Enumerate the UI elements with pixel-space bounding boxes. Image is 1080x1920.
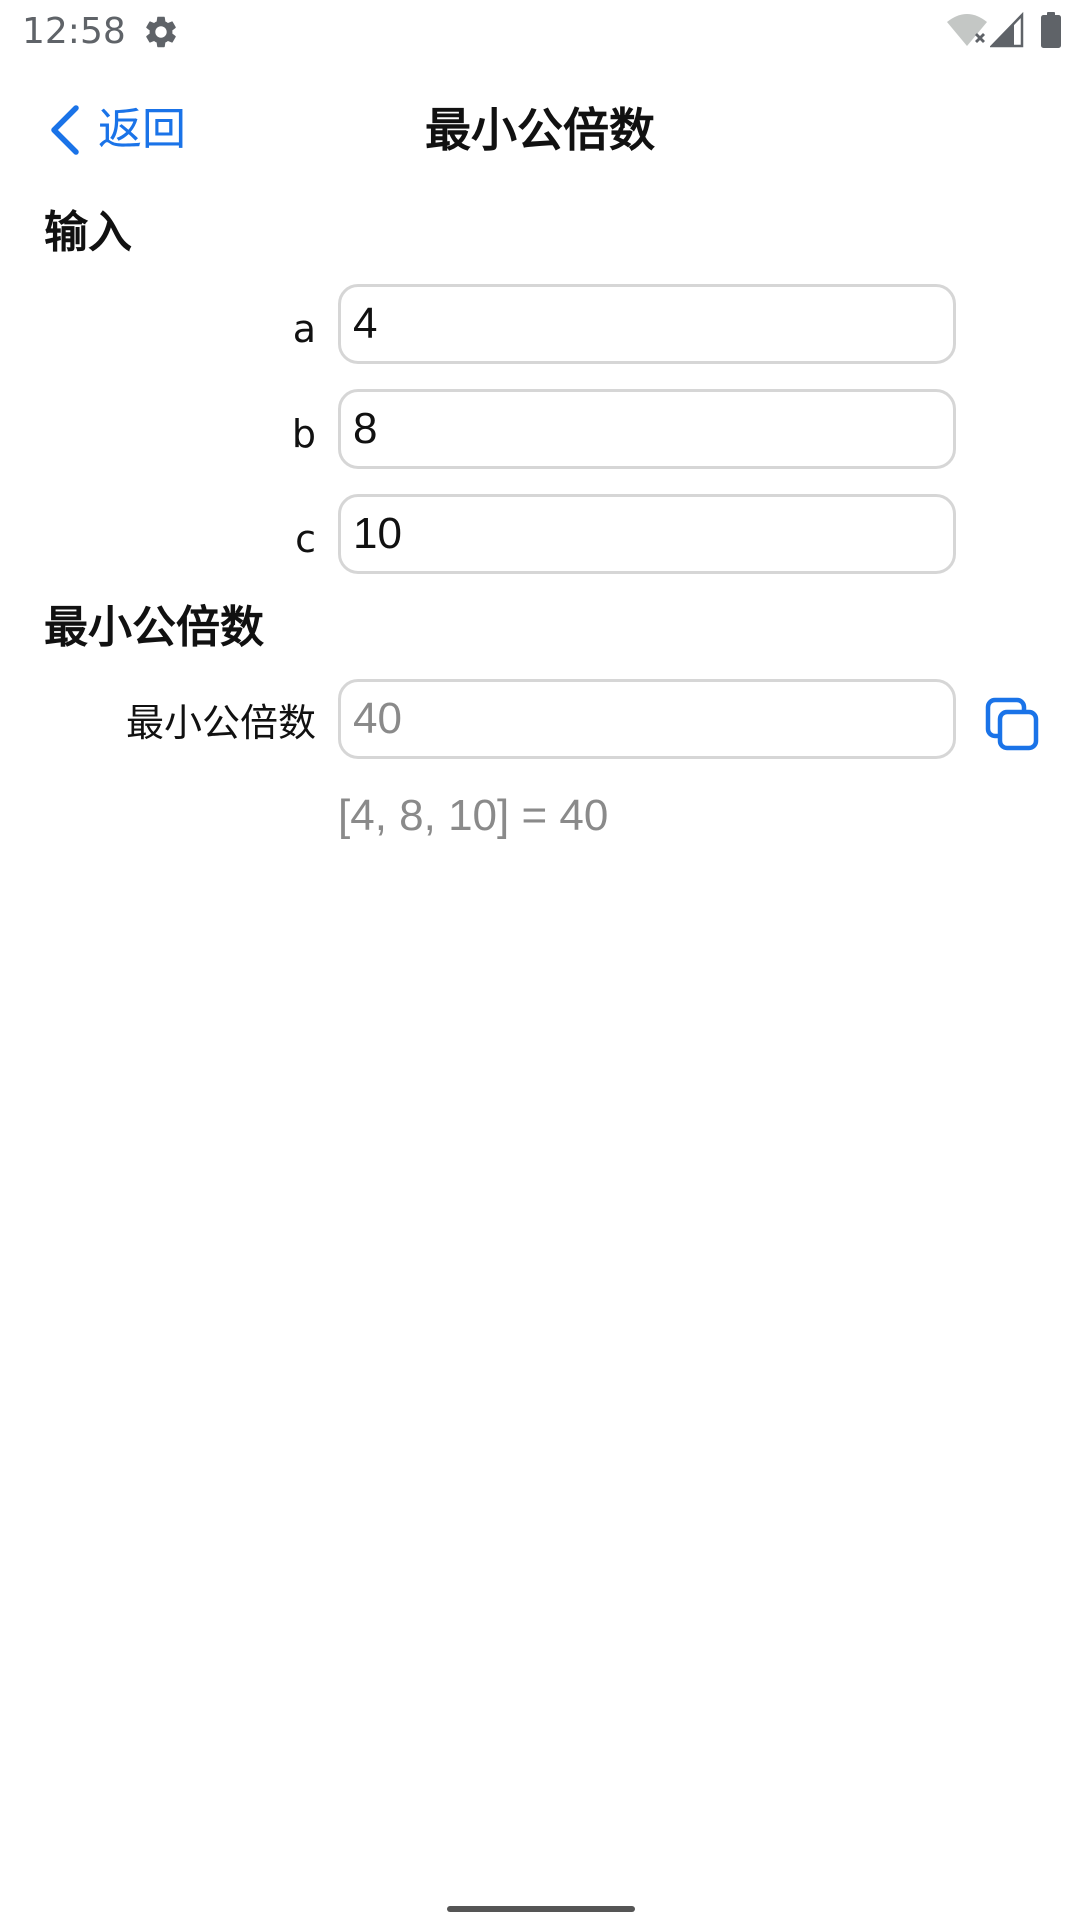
- back-button-label: 返回: [98, 104, 186, 155]
- gear-icon: [146, 16, 176, 48]
- wifi-off-icon: [947, 14, 987, 46]
- status-time: 12:58: [22, 11, 126, 52]
- lcm-formula: [4, 8, 10] = 40: [338, 791, 609, 840]
- input-a[interactable]: [338, 284, 956, 364]
- screen: 12:58 返回 最小公倍数 输入 a b c 最小公倍数 最小公倍数: [0, 0, 1080, 1920]
- input-section-title: 输入: [44, 207, 132, 258]
- input-b[interactable]: [338, 389, 956, 469]
- field-label-a: a: [292, 307, 316, 351]
- status-bar: 12:58: [0, 0, 1080, 64]
- field-label-b: b: [291, 412, 316, 456]
- copy-icon[interactable]: [984, 696, 1040, 752]
- signal-icon: [990, 12, 1024, 48]
- chevron-left-icon: [51, 105, 79, 155]
- back-button[interactable]: 返回: [48, 100, 186, 160]
- home-indicator[interactable]: [447, 1906, 635, 1912]
- field-label-c: c: [295, 517, 316, 561]
- lcm-result-field[interactable]: [338, 679, 956, 759]
- result-field-label: 最小公倍数: [125, 701, 316, 745]
- result-section-title: 最小公倍数: [44, 602, 264, 653]
- input-c[interactable]: [338, 494, 956, 574]
- battery-icon: [1041, 12, 1061, 48]
